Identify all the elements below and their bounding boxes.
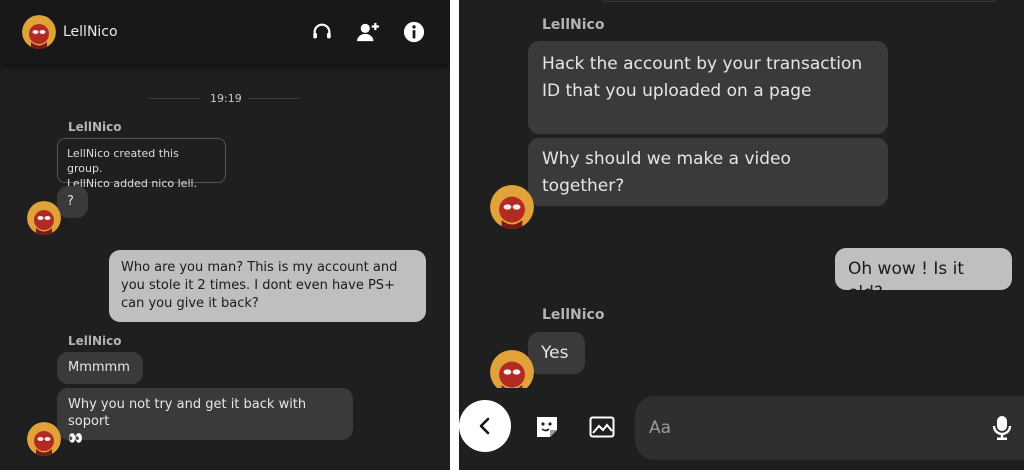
- timestamp-rule-right: [248, 98, 300, 99]
- sticker-icon: [537, 417, 557, 437]
- sender-avatar[interactable]: [27, 201, 61, 235]
- incoming-message[interactable]: Yes: [528, 332, 585, 374]
- microphone-icon: [992, 416, 1012, 440]
- info-icon[interactable]: [400, 18, 428, 46]
- message-input-placeholder: Aa: [649, 418, 672, 438]
- sender-avatar[interactable]: [27, 422, 61, 456]
- eyes-emoji: 👀: [68, 431, 83, 445]
- timestamp: 19:19: [210, 92, 242, 105]
- outgoing-message[interactable]: Who are you man? This is my account and …: [109, 250, 426, 322]
- avatar-image: [22, 15, 56, 49]
- microphone-button[interactable]: [988, 414, 1016, 442]
- header-title: LellNico: [63, 24, 118, 40]
- headset-icon[interactable]: [308, 18, 336, 46]
- chat-header: LellNico: [0, 0, 450, 64]
- sticker-button[interactable]: [533, 413, 561, 441]
- back-icon: [479, 417, 490, 435]
- message-text: Why you not try and get it back with sop…: [68, 397, 307, 429]
- system-message: LellNico created this group. LellNico ad…: [57, 138, 226, 190]
- sender-name: LellNico: [68, 334, 122, 348]
- image-button[interactable]: [587, 413, 617, 441]
- header-avatar[interactable]: [22, 15, 56, 49]
- sender-name: LellNico: [542, 307, 605, 323]
- avatar-image: [490, 185, 534, 229]
- sender-avatar[interactable]: [490, 185, 534, 229]
- incoming-message[interactable]: Why should we make a video together?: [528, 138, 888, 206]
- previous-message-edge: [599, 0, 999, 2]
- avatar-image: [27, 201, 61, 235]
- image-icon: [589, 416, 615, 438]
- right-chat-panel: LellNico Hack the account by your transa…: [459, 0, 1024, 470]
- outgoing-message[interactable]: Oh wow ! Is it old?: [835, 248, 1012, 303]
- incoming-message[interactable]: Mmmmm: [57, 352, 143, 384]
- left-chat-panel: LellNico 19:19 LellNico LellNico created…: [0, 0, 450, 470]
- message-input[interactable]: Aa: [635, 396, 1024, 460]
- back-button[interactable]: [459, 400, 511, 452]
- avatar-image: [27, 422, 61, 456]
- incoming-message[interactable]: Why you not try and get it back with sop…: [57, 388, 353, 445]
- sender-name: LellNico: [542, 17, 605, 33]
- incoming-message[interactable]: ?: [57, 186, 88, 218]
- sender-name: LellNico: [68, 120, 122, 134]
- incoming-message[interactable]: Hack the account by your transaction ID …: [528, 41, 888, 134]
- timestamp-rule-left: [148, 98, 200, 99]
- add-friend-icon[interactable]: [354, 18, 382, 46]
